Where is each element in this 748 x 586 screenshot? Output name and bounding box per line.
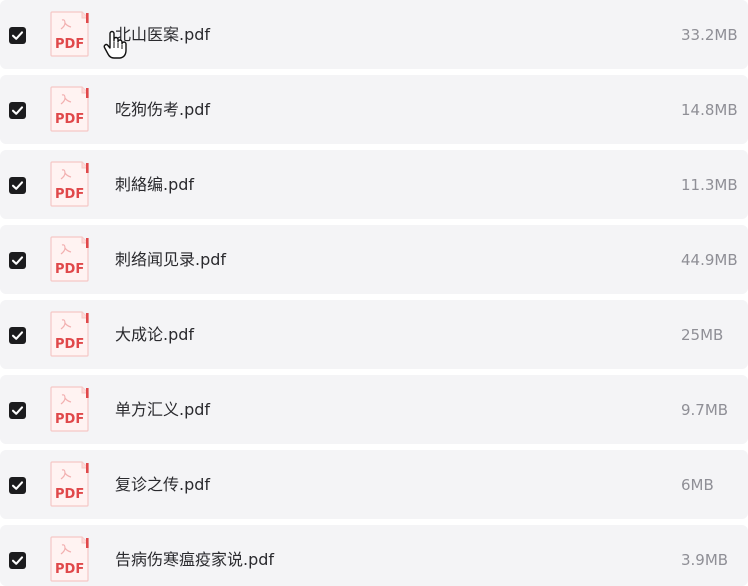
list-item[interactable]: PDF 复诊之传.pdf 6MB [0, 450, 748, 519]
checkbox-checked[interactable] [9, 252, 26, 269]
file-name: 大成论.pdf [115, 325, 195, 344]
checkbox-checked[interactable] [9, 27, 26, 44]
checkbox-checked[interactable] [9, 327, 26, 344]
pdf-file-icon: PDF [49, 535, 91, 583]
list-item[interactable]: PDF 北山医案.pdf 33.2MB [0, 0, 748, 69]
checkbox-checked[interactable] [9, 402, 26, 419]
pdf-icon-label: PDF [55, 262, 84, 277]
file-name: 单方汇义.pdf [115, 400, 211, 419]
file-list: PDF 北山医案.pdf 33.2MB PDF 吃狗伤考.pdf 14.8MB … [0, 0, 748, 586]
list-item[interactable]: PDF 大成论.pdf 25MB [0, 300, 748, 369]
checkbox-checked[interactable] [9, 102, 26, 119]
pdf-icon-label: PDF [55, 112, 84, 127]
hand-pointer-icon [103, 30, 127, 60]
file-name: 刺络闻见录.pdf [115, 250, 227, 269]
pdf-file-icon: PDF [49, 160, 91, 208]
list-item[interactable]: PDF 单方汇义.pdf 9.7MB [0, 375, 748, 444]
file-size: 3.9MB [681, 551, 729, 569]
file-size: 9.7MB [681, 401, 729, 419]
file-size: 6MB [681, 476, 714, 494]
pdf-icon-label: PDF [55, 487, 84, 502]
list-item[interactable]: PDF 刺絡编.pdf 11.3MB [0, 150, 748, 219]
checkbox-checked[interactable] [9, 552, 26, 569]
pdf-icon-label: PDF [55, 337, 84, 352]
file-name: 北山医案.pdf [115, 25, 211, 44]
list-item[interactable]: PDF 刺络闻见录.pdf 44.9MB [0, 225, 748, 294]
file-name: 复诊之传.pdf [115, 475, 211, 494]
file-size: 14.8MB [681, 101, 738, 119]
file-size: 33.2MB [681, 26, 738, 44]
list-item[interactable]: PDF 吃狗伤考.pdf 14.8MB [0, 75, 748, 144]
pdf-file-icon: PDF [49, 460, 91, 508]
file-name: 吃狗伤考.pdf [115, 100, 211, 119]
pdf-icon-label: PDF [55, 412, 84, 427]
pdf-icon-label: PDF [55, 562, 84, 577]
pdf-file-icon: PDF [49, 85, 91, 133]
pdf-file-icon: PDF [49, 235, 91, 283]
checkbox-checked[interactable] [9, 477, 26, 494]
file-name: 告病伤寒瘟疫家说.pdf [115, 550, 275, 569]
checkbox-checked[interactable] [9, 177, 26, 194]
pdf-file-icon: PDF [49, 10, 91, 58]
pdf-file-icon: PDF [49, 385, 91, 433]
pdf-icon-label: PDF [55, 187, 84, 202]
file-size: 25MB [681, 326, 724, 344]
list-item[interactable]: PDF 告病伤寒瘟疫家说.pdf 3.9MB [0, 525, 748, 586]
file-name: 刺絡编.pdf [115, 175, 195, 194]
pdf-icon-label: PDF [55, 37, 84, 52]
file-size: 11.3MB [681, 176, 738, 194]
file-size: 44.9MB [681, 251, 738, 269]
pdf-file-icon: PDF [49, 310, 91, 358]
